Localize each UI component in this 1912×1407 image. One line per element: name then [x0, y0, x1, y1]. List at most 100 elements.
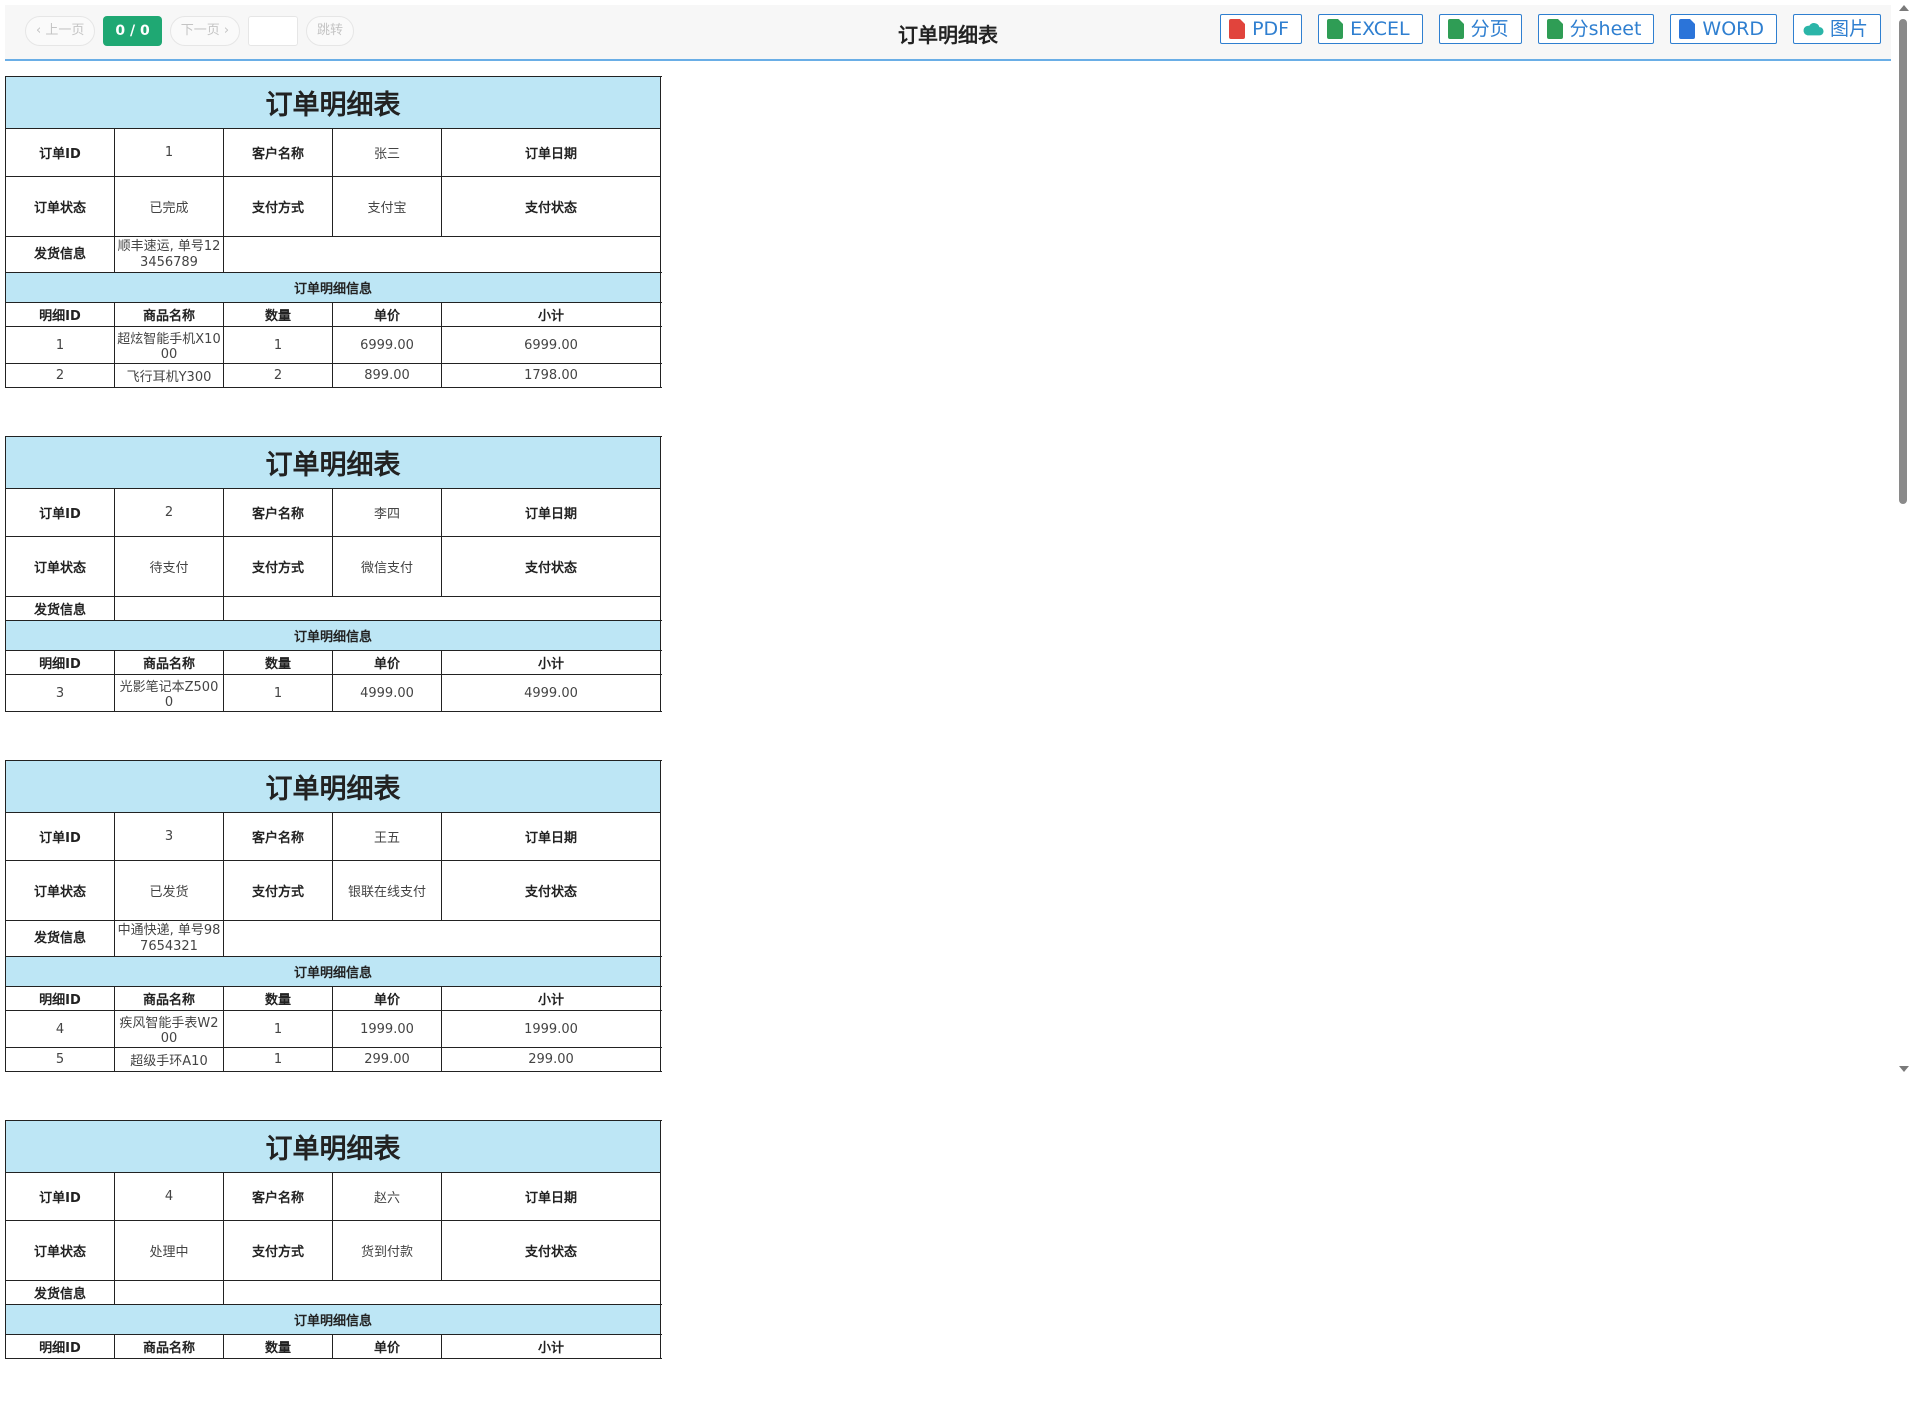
pay-method-value: 货到付款 [332, 1220, 442, 1281]
ship-info-value: 顺丰速运, 单号123456789 [114, 236, 224, 273]
order-status-label: 订单状态 [5, 860, 115, 921]
scrollbar-thumb[interactable] [1899, 19, 1907, 504]
export-image-button[interactable]: 图片 [1792, 14, 1881, 44]
subtotal-header: 小计 [441, 1334, 661, 1359]
unit-price-cell: 4999.00 [332, 674, 442, 712]
export-sheet-button[interactable]: 分sheet [1537, 14, 1655, 44]
subtotal-cell: 299.00 [441, 1047, 661, 1072]
report-title: 订单明细表 [5, 436, 661, 489]
order-report-table: 订单明细表订单ID1客户名称张三订单日期2023-10-25订单状态已完成支付方… [5, 76, 661, 388]
order-status-label: 订单状态 [5, 176, 115, 237]
report-title: 订单明细表 [5, 760, 661, 813]
order-status-value: 已发货 [114, 860, 224, 921]
detail-section-header: 订单明细信息 [5, 956, 661, 987]
customer-value: 王五 [332, 812, 442, 861]
qty-header: 数量 [223, 650, 333, 675]
customer-value: 张三 [332, 128, 442, 177]
customer-label: 客户名称 [223, 812, 333, 861]
pay-method-value: 银联在线支付 [332, 860, 442, 921]
detail-section-row: 订单明细信息 [5, 1304, 661, 1335]
export-paged-label: 分页 [1470, 18, 1509, 40]
ship-info-value: 中通快递, 单号987654321 [114, 920, 224, 957]
word-file-icon [1679, 19, 1696, 39]
export-excel-button[interactable]: EXCEL [1318, 14, 1423, 44]
order-date-label: 订单日期 [441, 488, 661, 537]
export-pdf-button[interactable]: PDF [1220, 14, 1303, 44]
ship-info-blank [223, 596, 661, 621]
qty-header: 数量 [223, 302, 333, 327]
unit-price-cell: 899.00 [332, 363, 442, 388]
order-status-row: 订单状态处理中支付方式货到付款支付状态处理中 [5, 1220, 661, 1281]
excel-file-icon [1546, 19, 1563, 39]
pay-method-value: 微信支付 [332, 536, 442, 597]
order-id-value: 4 [114, 1172, 224, 1221]
order-status-value: 已完成 [114, 176, 224, 237]
detail-id-header: 明细ID [5, 650, 115, 675]
vertical-scrollbar[interactable] [1895, 0, 1912, 1078]
subtotal-header: 小计 [441, 302, 661, 327]
report-title-row: 订单明细表 [5, 760, 661, 813]
qty-header: 数量 [223, 1334, 333, 1359]
unit-price-cell: 299.00 [332, 1047, 442, 1072]
excel-file-icon [1327, 19, 1344, 39]
ship-info-label: 发货信息 [5, 1280, 115, 1305]
product-cell: 超级手环A10 [114, 1047, 224, 1072]
report-title-row: 订单明细表 [5, 76, 661, 129]
customer-label: 客户名称 [223, 128, 333, 177]
order-status-value: 待支付 [114, 536, 224, 597]
subtotal-header: 小计 [441, 650, 661, 675]
scroll-down-arrow-icon[interactable] [1899, 1066, 1909, 1072]
detail-row: 3 光影笔记本Z5000 1 4999.00 4999.00 [5, 674, 661, 712]
product-header: 商品名称 [114, 986, 224, 1011]
qty-header: 数量 [223, 986, 333, 1011]
qty-cell: 1 [223, 674, 333, 712]
order-id-label: 订单ID [5, 1172, 115, 1221]
pay-status-label: 支付状态 [441, 176, 661, 237]
unit-price-cell: 6999.00 [332, 326, 442, 364]
subtotal-cell: 6999.00 [441, 326, 661, 364]
ship-info-row: 发货信息 中通快递, 单号987654321 [5, 920, 661, 957]
customer-label: 客户名称 [223, 488, 333, 537]
detail-section-header: 订单明细信息 [5, 620, 661, 651]
order-info-row: 订单ID2客户名称李四订单日期2023-10-26 [5, 488, 661, 537]
unit-price-header: 单价 [332, 1334, 442, 1359]
order-date-label: 订单日期 [441, 812, 661, 861]
scroll-up-arrow-icon[interactable] [1899, 5, 1909, 11]
order-status-row: 订单状态已发货支付方式银联在线支付支付状态已支付 [5, 860, 661, 921]
report-title-row: 订单明细表 [5, 436, 661, 489]
ship-info-row: 发货信息 [5, 1280, 661, 1305]
export-word-button[interactable]: WORD [1670, 14, 1777, 44]
detail-header-row: 明细ID 商品名称 数量 单价 小计 [5, 302, 661, 327]
pay-method-label: 支付方式 [223, 536, 333, 597]
export-image-label: 图片 [1829, 18, 1868, 40]
order-status-row: 订单状态待支付支付方式微信支付支付状态未支付 [5, 536, 661, 597]
qty-cell: 2 [223, 363, 333, 388]
order-date-label: 订单日期 [441, 128, 661, 177]
detail-row: 4 疾风智能手表W200 1 1999.00 1999.00 [5, 1010, 661, 1048]
order-status-label: 订单状态 [5, 536, 115, 597]
subtotal-cell: 4999.00 [441, 674, 661, 712]
export-buttons: PDF EXCEL 分页 分sheet WORD 图片 [1204, 14, 1881, 44]
detail-section-row: 订单明细信息 [5, 272, 661, 303]
pdf-file-icon [1229, 19, 1246, 39]
unit-price-header: 单价 [332, 650, 442, 675]
detail-row: 2 飞行耳机Y300 2 899.00 1798.00 [5, 363, 661, 388]
report-title: 订单明细表 [5, 76, 661, 129]
order-date-label: 订单日期 [441, 1172, 661, 1221]
report-list: 订单明细表订单ID1客户名称张三订单日期2023-10-25订单状态已完成支付方… [5, 76, 661, 1407]
pay-method-label: 支付方式 [223, 1220, 333, 1281]
ship-info-blank [223, 920, 661, 957]
detail-header-row: 明细ID 商品名称 数量 单价 小计 [5, 986, 661, 1011]
unit-price-header: 单价 [332, 302, 442, 327]
qty-cell: 1 [223, 1047, 333, 1072]
detail-section-header: 订单明细信息 [5, 272, 661, 303]
customer-value: 赵六 [332, 1172, 442, 1221]
detail-id-header: 明细ID [5, 986, 115, 1011]
order-id-label: 订单ID [5, 812, 115, 861]
detail-id-cell: 5 [5, 1047, 115, 1072]
detail-id-cell: 2 [5, 363, 115, 388]
detail-row: 1 超炫智能手机X1000 1 6999.00 6999.00 [5, 326, 661, 364]
detail-section-header: 订单明细信息 [5, 1304, 661, 1335]
export-paged-button[interactable]: 分页 [1438, 14, 1522, 44]
subtotal-cell: 1798.00 [441, 363, 661, 388]
